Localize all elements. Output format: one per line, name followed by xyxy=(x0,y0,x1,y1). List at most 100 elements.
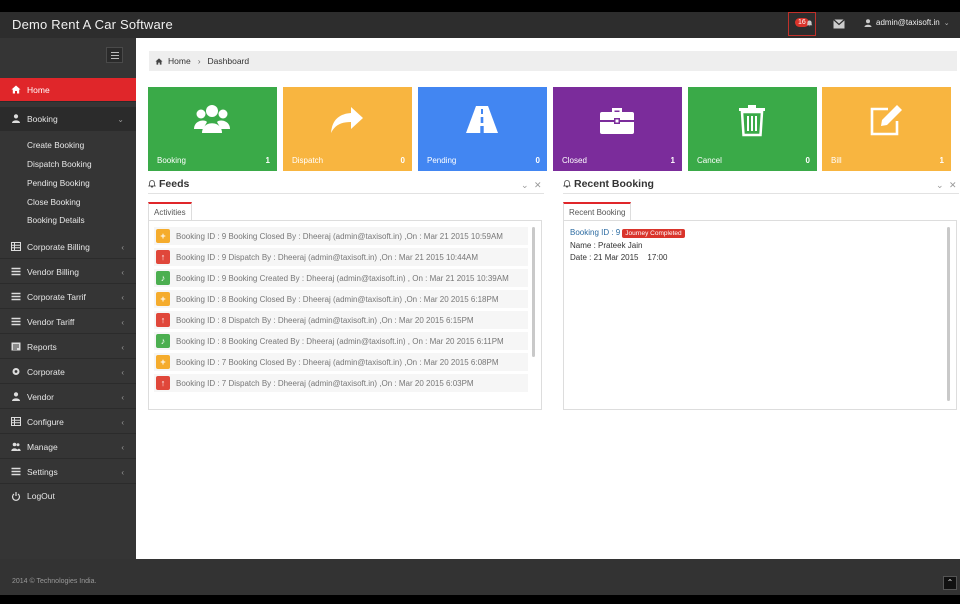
divider xyxy=(563,193,959,194)
chevron-down-icon: ⌄ xyxy=(943,19,950,27)
user-icon xyxy=(864,18,872,27)
subnav-booking-details[interactable]: Booking Details xyxy=(27,215,85,225)
list-icon xyxy=(11,292,21,301)
sidebar-item-vendor-billing[interactable]: Vendor Billing ‹ xyxy=(0,260,136,284)
recent-booking-box: Booking ID : 9 Journey Completed Name : P… xyxy=(563,220,957,410)
bell-icon xyxy=(806,20,813,27)
feeds-title-text: Feeds xyxy=(159,178,190,190)
sidebar-item-home[interactable]: Home xyxy=(0,78,136,102)
table-icon xyxy=(11,417,21,426)
top-black-strip xyxy=(0,0,960,12)
sidebar-item-vendor-tariff[interactable]: Vendor Tariff ‹ xyxy=(0,310,136,334)
sidebar-item-manage[interactable]: Manage ‹ xyxy=(0,435,136,459)
main-content: Home › Dashboard Booking 1 Dispatch 0 Pe… xyxy=(136,38,960,559)
sidebar-item-label: LogOut xyxy=(27,491,55,501)
subnav-pending-booking[interactable]: Pending Booking xyxy=(27,178,90,188)
breadcrumb: Home › Dashboard xyxy=(149,51,957,71)
sidebar-item-label: Configure xyxy=(27,416,64,427)
sidebar-item-label: Corporate Tarrif xyxy=(27,291,86,302)
tab-activities[interactable]: Activities xyxy=(148,202,192,221)
chevron-left-icon: ‹ xyxy=(121,268,124,277)
sidebar-item-corporate[interactable]: Corporate ‹ xyxy=(0,360,136,384)
recent-scrollbar[interactable] xyxy=(947,227,950,401)
scroll-top-button[interactable]: ⌃ xyxy=(943,576,957,590)
users-icon xyxy=(194,105,230,133)
feed-text: Booking ID : 8 Dispatch By : Dheeraj (ad… xyxy=(176,315,474,325)
breadcrumb-home-link[interactable]: Home xyxy=(168,56,191,66)
home-icon xyxy=(155,57,163,65)
tile-count: 1 xyxy=(670,156,675,165)
divider xyxy=(148,193,544,194)
feed-row: ↑ Booking ID : 7 Dispatch By : Dheeraj (a… xyxy=(154,374,528,392)
sidebar-item-booking[interactable]: Booking ⌄ xyxy=(0,107,136,131)
feed-row: ↑ Booking ID : 8 Dispatch By : Dheeraj (a… xyxy=(154,311,528,329)
sidebar-item-configure[interactable]: Configure ‹ xyxy=(0,410,136,434)
close-icon[interactable]: ✕ xyxy=(949,180,957,191)
sidebar-item-corporate-billing[interactable]: Corporate Billing ‹ xyxy=(0,235,136,259)
chevron-down-icon[interactable]: ⌄ xyxy=(936,180,944,191)
dispatch-icon: ↑ xyxy=(156,250,170,264)
tile-label: Closed xyxy=(562,156,587,165)
share-icon xyxy=(331,107,363,133)
subnav-close-booking[interactable]: Close Booking xyxy=(27,197,81,207)
sidebar-toggle-button[interactable] xyxy=(106,47,123,63)
chevron-left-icon: ‹ xyxy=(121,318,124,327)
close-icon[interactable]: ✕ xyxy=(534,180,542,191)
sidebar-item-settings[interactable]: Settings ‹ xyxy=(0,460,136,484)
app-title: Demo Rent A Car Software xyxy=(12,17,173,32)
sidebar-item-label: Corporate xyxy=(27,366,65,377)
sidebar-item-label: Home xyxy=(27,84,50,95)
dispatch-icon: ↑ xyxy=(156,313,170,327)
dispatch-icon: ↑ xyxy=(156,376,170,390)
tile-label: Bill xyxy=(831,156,842,165)
edit-icon xyxy=(870,105,902,136)
tab-recent-booking[interactable]: Recent Booking xyxy=(563,202,632,221)
chevron-left-icon: ‹ xyxy=(121,343,124,352)
chevron-left-icon: ‹ xyxy=(121,443,124,452)
users-icon xyxy=(11,442,21,451)
sidebar-item-label: Vendor Tariff xyxy=(27,316,75,327)
tile-label: Cancel xyxy=(697,156,722,165)
power-icon xyxy=(11,491,21,501)
sidebar-item-logout[interactable]: LogOut xyxy=(0,484,136,508)
tile-bill[interactable]: Bill 1 xyxy=(822,87,951,171)
tile-label: Booking xyxy=(157,156,186,165)
tile-dispatch[interactable]: Dispatch 0 xyxy=(283,87,412,171)
footer: 2014 © Technologies India. ⌃ xyxy=(0,559,960,595)
tile-booking[interactable]: Booking 1 xyxy=(148,87,277,171)
booking-id-link[interactable]: Booking ID : 9 xyxy=(570,228,620,237)
feed-row: ↑ Booking ID : 9 Dispatch By : Dheeraj (a… xyxy=(154,248,528,266)
tile-count: 0 xyxy=(400,156,405,165)
feed-text: Booking ID : 7 Booking Closed By : Dheer… xyxy=(176,357,499,367)
subnav-dispatch-booking[interactable]: Dispatch Booking xyxy=(27,159,92,169)
home-icon xyxy=(11,85,21,94)
chevron-down-icon[interactable]: ⌄ xyxy=(521,180,529,191)
created-icon: ♪ xyxy=(156,334,170,348)
sidebar-item-vendor[interactable]: Vendor ‹ xyxy=(0,385,136,409)
chevron-left-icon: ‹ xyxy=(121,368,124,377)
tile-closed[interactable]: Closed 1 xyxy=(553,87,682,171)
sidebar-item-corporate-tarrif[interactable]: Corporate Tarrif ‹ xyxy=(0,285,136,309)
booking-date: Date : 21 Mar 2015 17:00 xyxy=(570,253,668,262)
recent-booking-title: Recent Booking xyxy=(563,178,654,190)
feeds-scrollbar[interactable] xyxy=(532,227,535,357)
feeds-title: Feeds xyxy=(148,178,189,190)
subnav-create-booking[interactable]: Create Booking xyxy=(27,140,84,150)
user-menu[interactable]: admin@taxisoft.in ⌄ xyxy=(864,18,950,27)
chevron-down-icon: ⌄ xyxy=(117,115,124,124)
breadcrumb-current: Dashboard xyxy=(207,56,250,66)
top-header: Demo Rent A Car Software 16 admin@taxiso… xyxy=(0,12,960,38)
feed-text: Booking ID : 9 Booking Closed By : Dheer… xyxy=(176,231,503,241)
mail-icon[interactable] xyxy=(833,19,845,29)
feed-text: Booking ID : 7 Dispatch By : Dheeraj (ad… xyxy=(176,378,474,388)
feed-row: + Booking ID : 9 Booking Closed By : Dhee… xyxy=(154,227,528,245)
sidebar: Home Booking ⌄ Create Booking Dispatch B… xyxy=(0,38,136,559)
recent-booking-title-text: Recent Booking xyxy=(574,178,654,190)
tile-cancel[interactable]: Cancel 0 xyxy=(688,87,817,171)
notifications-button[interactable]: 16 xyxy=(788,12,816,36)
feed-row: ♪ Booking ID : 9 Booking Created By : Dhe… xyxy=(154,269,528,287)
tile-pending[interactable]: Pending 0 xyxy=(418,87,547,171)
sidebar-item-reports[interactable]: Reports ‹ xyxy=(0,335,136,359)
user-email: admin@taxisoft.in xyxy=(876,18,940,27)
feed-text: Booking ID : 8 Booking Closed By : Dheer… xyxy=(176,294,499,304)
